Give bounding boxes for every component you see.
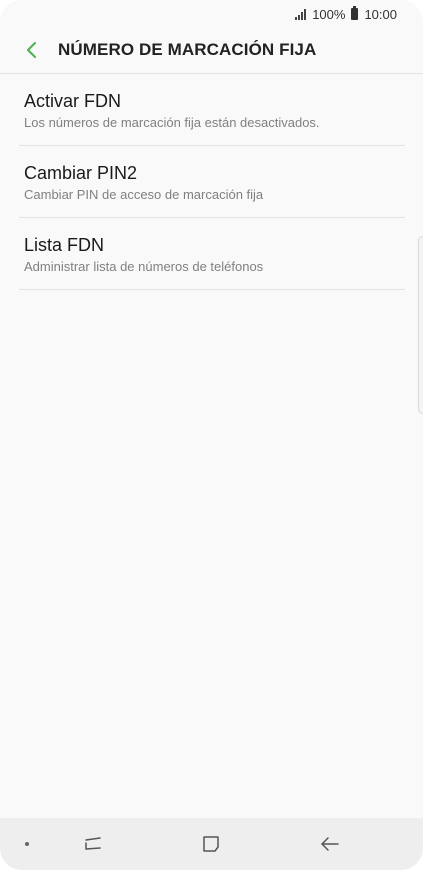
recent-apps-icon: [85, 837, 101, 850]
list-item-cambiar-pin2[interactable]: Cambiar PIN2 Cambiar PIN de acceso de ma…: [19, 146, 405, 218]
list-item-lista-fdn[interactable]: Lista FDN Administrar lista de números d…: [19, 218, 405, 290]
item-title: Cambiar PIN2: [24, 163, 138, 183]
recent-apps-button[interactable]: [78, 830, 108, 858]
page-title: NÚMERO DE MARCACIÓN FIJA: [58, 40, 317, 59]
item-subtitle: Administrar lista de números de teléfono…: [24, 259, 264, 274]
back-nav-button[interactable]: [315, 830, 345, 858]
item-subtitle: Cambiar PIN de acceso de marcación fija: [24, 187, 264, 202]
settings-list: Activar FDN Los números de marcación fij…: [19, 74, 405, 290]
item-title: Lista FDN: [24, 235, 105, 255]
app-header: NÚMERO DE MARCACIÓN FIJA: [0, 28, 423, 72]
item-subtitle: Los números de marcación fija están desa…: [24, 115, 320, 130]
chevron-left-icon: [27, 42, 36, 58]
item-title: Activar FDN: [24, 91, 122, 111]
battery-percent: 100%: [312, 6, 346, 22]
navigation-bar: [0, 818, 423, 870]
dot-icon: [25, 842, 29, 846]
home-button[interactable]: [196, 830, 226, 858]
status-bar: 100% 10:00: [0, 0, 423, 28]
clock: 10:00: [364, 6, 397, 22]
back-button[interactable]: [12, 30, 52, 70]
battery-icon: [351, 6, 359, 20]
phone-screen: 100% 10:00 NÚMERO DE MARCACIÓN FIJA Acti…: [0, 0, 423, 870]
home-icon: [203, 836, 219, 852]
edge-panel-handle[interactable]: [418, 236, 423, 414]
back-arrow-icon: [321, 837, 339, 851]
list-item-activar-fdn[interactable]: Activar FDN Los números de marcación fij…: [19, 74, 405, 146]
signal-icon: [295, 8, 307, 20]
